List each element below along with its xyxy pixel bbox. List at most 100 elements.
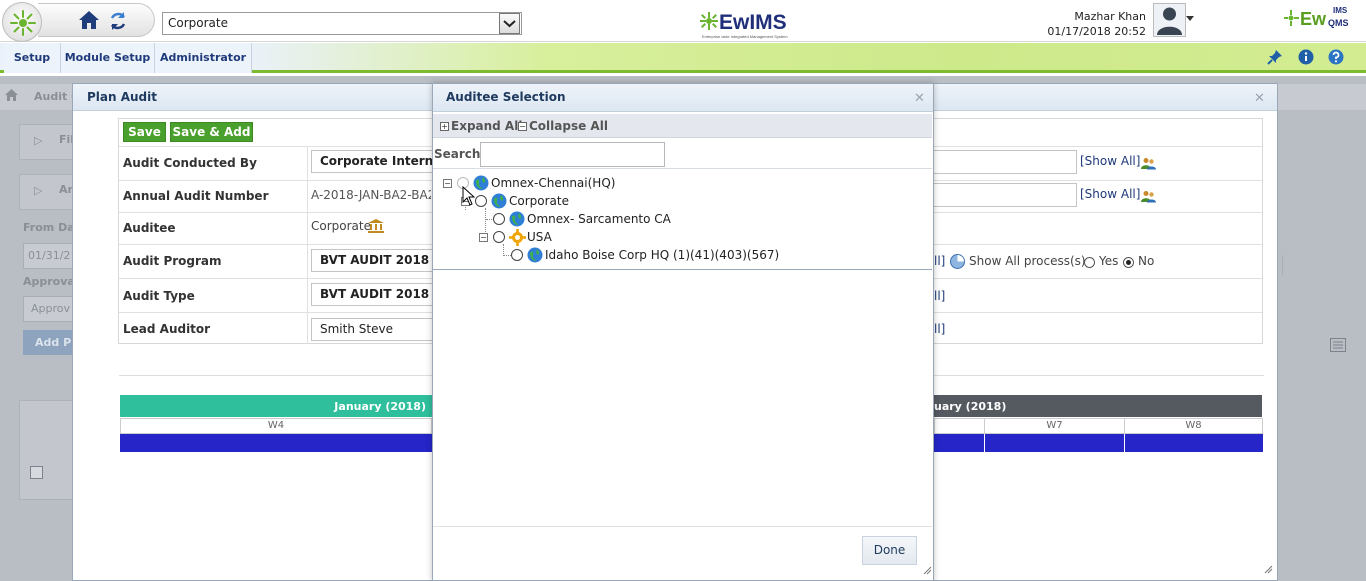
program-show-all-suffix[interactable]: ll] <box>934 254 945 268</box>
plan-resize-handle-icon[interactable] <box>1264 565 1273 574</box>
process-yes-label: Yes <box>1099 254 1119 268</box>
auditee-close-icon[interactable]: ✕ <box>914 91 925 106</box>
home-icon[interactable] <box>78 10 100 30</box>
organization-select[interactable]: Corporate <box>162 12 522 35</box>
save-and-add-button[interactable]: Save & Add <box>170 122 253 142</box>
timeline-week-w7: W7 <box>984 418 1125 434</box>
collapse-all-icon[interactable]: − <box>518 122 527 131</box>
gear-icon <box>509 229 526 246</box>
show-all-link-1[interactable]: [Show All] <box>1080 154 1140 168</box>
lead-auditor-field[interactable]: Smith Steve <box>311 318 441 341</box>
globe-icon <box>473 175 489 191</box>
auditee-label: Auditee <box>123 221 176 235</box>
bg-approval-placeholder: Approv <box>31 302 71 315</box>
auditee-resize-handle-icon[interactable] <box>923 566 932 575</box>
bg-row-checkbox <box>30 466 43 479</box>
refresh-icon[interactable] <box>108 11 128 31</box>
menu-item-setup[interactable]: Setup <box>4 43 61 73</box>
form-column-separator <box>307 146 308 344</box>
process-yes-radio[interactable] <box>1084 257 1095 268</box>
timeline-audit-bar[interactable] <box>120 434 432 452</box>
done-button[interactable]: Done <box>862 536 917 565</box>
search-input[interactable] <box>480 142 665 167</box>
timeline-audit-bar[interactable] <box>1125 434 1263 452</box>
help-icon[interactable] <box>1328 49 1344 65</box>
bg-add-button-label: Add P <box>35 336 72 349</box>
tree-node-label[interactable]: Omnex- Sarcamento CA <box>527 212 671 226</box>
timeline-week-w8: W8 <box>1124 418 1263 434</box>
svg-text:Ew: Ew <box>1300 9 1327 29</box>
timeline-month-january-right: uary (2018) <box>934 395 1262 417</box>
auditor-input-2[interactable] <box>934 183 1077 207</box>
bg-divider <box>1282 255 1283 275</box>
plan-audit-title: Plan Audit <box>87 90 157 104</box>
svg-text:QMS: QMS <box>1328 18 1349 28</box>
mouse-cursor-icon <box>462 186 475 206</box>
avatar[interactable] <box>1153 3 1186 37</box>
timeline-week-blank <box>934 418 985 434</box>
clock-icon <box>950 254 965 269</box>
timeline-week-w4: W4 <box>120 418 432 434</box>
globe-icon <box>527 247 543 263</box>
bg-annual-caret: ▷ <box>34 184 43 197</box>
process-no-radio[interactable] <box>1123 257 1134 268</box>
audit-conducted-by-field[interactable]: Corporate Intern <box>311 150 441 173</box>
show-all-process-label: Show All process(s) : <box>969 254 1094 268</box>
chevron-down-icon <box>503 20 516 28</box>
tree-collapse-toggle[interactable]: − <box>479 233 488 242</box>
user-datetime: 01/17/2018 20:52 <box>1047 25 1146 38</box>
ewims-logo: EwIMS Enterprise wide Integrated Managem… <box>700 10 790 39</box>
tree-node-radio[interactable] <box>493 231 505 243</box>
tree-node-label[interactable]: USA <box>527 230 552 244</box>
annual-audit-number-value: A-2018-JAN-BA2-BA2-A <box>311 188 431 202</box>
timeline-month-january: January (2018) <box>120 395 432 417</box>
tree-node-label[interactable]: Idaho Boise Corp HQ (1)(41)(403)(567) <box>545 248 779 262</box>
audit-type-field[interactable]: BVT AUDIT 2018 <box>311 283 441 306</box>
tree-node-radio[interactable] <box>493 213 505 225</box>
info-icon[interactable] <box>1298 49 1314 65</box>
tree-node-label[interactable]: Omnex-Chennai(HQ) <box>491 176 615 190</box>
auditee-value: Corporate <box>311 219 371 233</box>
search-label: Search: <box>434 147 486 161</box>
tree-node-label[interactable]: Corporate <box>509 194 569 208</box>
select-users-icon[interactable] <box>1141 190 1156 203</box>
tree-node-radio[interactable] <box>475 195 487 207</box>
audit-type-label: Audit Type <box>123 289 195 303</box>
pin-icon[interactable] <box>1267 49 1283 65</box>
show-all-link-2[interactable]: [Show All] <box>1080 187 1140 201</box>
app-logo[interactable] <box>2 2 42 42</box>
annual-audit-number-label: Annual Audit Number <box>123 189 269 203</box>
tree-node-radio[interactable] <box>511 249 523 261</box>
select-users-icon[interactable] <box>1141 157 1156 170</box>
timeline-audit-bar[interactable] <box>934 434 984 452</box>
lead-show-all-suffix[interactable]: ll] <box>934 322 945 336</box>
process-no-label: No <box>1138 254 1155 268</box>
audit-program-field[interactable]: BVT AUDIT 2018 <box>311 249 441 272</box>
org-select-dropdown-button[interactable] <box>499 13 520 34</box>
user-name: Mazhar Khan <box>1074 10 1146 23</box>
expand-all-button[interactable]: Expand All <box>451 119 522 133</box>
save-button[interactable]: Save <box>123 122 166 142</box>
type-show-all-suffix[interactable]: ll] <box>934 289 945 303</box>
auditor-input-1[interactable] <box>934 150 1077 174</box>
bg-filter-caret: ▷ <box>34 134 43 147</box>
tree-collapse-toggle[interactable]: − <box>443 179 452 188</box>
user-menu-caret-icon[interactable] <box>1186 16 1194 21</box>
dialog-footer-divider <box>433 526 932 527</box>
globe-icon <box>491 193 507 209</box>
user-silhouette-icon <box>1157 7 1182 35</box>
breadcrumb-home-icon <box>5 89 18 101</box>
timeline-audit-bar[interactable] <box>985 434 1124 452</box>
menu-item-module-setup[interactable]: Module Setup <box>61 43 155 73</box>
bg-approval-label: Approva <box>23 275 75 288</box>
collapse-all-button[interactable]: Collapse All <box>529 119 608 133</box>
bg-from-date-value: 01/31/2 <box>28 249 71 262</box>
bg-from-date-label: From Da <box>23 221 75 234</box>
ewims-logo-text: EwIMS <box>719 11 787 34</box>
plan-audit-close-icon[interactable]: ✕ <box>1254 91 1265 106</box>
expand-all-icon[interactable]: + <box>440 122 449 131</box>
menu-item-administrator[interactable]: Administrator <box>155 43 252 73</box>
auditee-building-icon[interactable] <box>368 219 384 233</box>
audit-program-label: Audit Program <box>123 254 222 268</box>
bg-list-view-icon <box>1330 338 1346 352</box>
